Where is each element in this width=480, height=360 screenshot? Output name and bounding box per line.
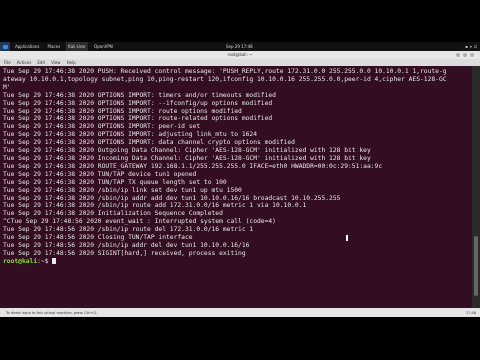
- terminal-line: Tue Sep 29 17:46:38 2020 OPTIONS IMPORT:…: [3, 91, 276, 99]
- close-icon[interactable]: [470, 53, 474, 57]
- menu-actions[interactable]: Actions: [17, 60, 32, 65]
- terminal-line: Tue Sep 29 17:46:38 2020 TUN/TAP TX queu…: [3, 178, 227, 186]
- terminal-line: ^CTue Sep 29 17:48:56 2020 event_wait : …: [3, 218, 276, 226]
- system-tray: ▪ ▾ ⏻: [465, 42, 477, 51]
- terminal-line: Tue Sep 29 17:46:38 2020 OPTIONS IMPORT:…: [3, 123, 201, 131]
- terminal-line: Tue Sep 29 17:48:56 2020 /sbin/ip route …: [3, 226, 254, 234]
- terminal-line: Tue Sep 29 17:46:38 2020 Initialization …: [3, 210, 223, 218]
- applications-menu[interactable]: Applications: [13, 42, 41, 51]
- terminal-line: Tue Sep 29 17:48:56 2020 Closing TUN/TAP…: [3, 234, 193, 242]
- maximize-icon[interactable]: [463, 53, 467, 57]
- terminal-line: M': [3, 83, 11, 91]
- terminal-line: Tue Sep 29 17:46:38 2020 PUSH: Received …: [3, 68, 447, 75]
- window-title: root@kali: ~: [227, 52, 253, 57]
- minimize-icon[interactable]: [456, 53, 460, 57]
- terminal-line: Tue Sep 29 17:46:38 2020 /sbin/ip link s…: [3, 186, 242, 194]
- top-panel: Applications Places Kali-User OpenVPN Se…: [0, 42, 480, 51]
- terminal-line: Tue Sep 29 17:46:38 2020 OPTIONS IMPORT:…: [3, 107, 242, 115]
- menu-view[interactable]: View: [51, 60, 61, 65]
- terminal-line: Tue Sep 29 17:48:56 2020 /sbin/ip addr d…: [3, 241, 250, 249]
- terminal-line: Tue Sep 29 17:46:38 2020 /sbin/ip route …: [3, 202, 307, 210]
- task-openvpn[interactable]: OpenVPN: [92, 42, 115, 51]
- places-menu[interactable]: Places: [45, 42, 62, 51]
- menu-bar: File Actions Edit View Help: [0, 59, 480, 66]
- prompt-user: root@kali: [3, 257, 38, 265]
- terminal-line: Tue Sep 29 17:46:38 2020 OPTIONS IMPORT:…: [3, 99, 273, 107]
- kali-logo-icon[interactable]: [0, 42, 10, 51]
- terminal-line: Tue Sep 29 17:46:38 2020 OPTIONS IMPORT:…: [3, 131, 258, 139]
- terminal-line: ateway 10.10.0.1,topology subnet,ping 10…: [3, 75, 447, 83]
- host-clock: 17:48: [465, 310, 476, 315]
- volume-icon[interactable]: ▾: [470, 44, 472, 49]
- panel-clock[interactable]: Sep 29 17:48: [226, 42, 253, 51]
- shell-prompt[interactable]: root@kali:~$: [3, 257, 469, 266]
- terminal-line: Tue Sep 29 17:46:38 2020 OPTIONS IMPORT:…: [3, 115, 273, 123]
- network-icon[interactable]: ▪: [465, 44, 468, 49]
- menu-edit[interactable]: Edit: [37, 60, 45, 65]
- terminal-line: Tue Sep 29 17:46:38 2020 /sbin/ip addr a…: [3, 194, 341, 202]
- window-titlebar[interactable]: root@kali: ~: [0, 51, 480, 59]
- menu-file[interactable]: File: [4, 60, 11, 65]
- terminal-line: Tue Sep 29 17:48:56 2020 SIGINT[hard,] r…: [3, 249, 246, 257]
- task-terminal[interactable]: Kali-User: [66, 42, 88, 51]
- vm-status-text: To direct input to this virtual machine,…: [6, 310, 98, 315]
- terminal-scrollbar[interactable]: [472, 66, 480, 308]
- terminal-output[interactable]: Tue Sep 29 17:46:38 2020 PUSH: Received …: [0, 66, 472, 308]
- terminal-line: Tue Sep 29 17:46:38 2020 Incoming Data C…: [3, 154, 371, 162]
- terminal-lines: Tue Sep 29 17:46:38 2020 PUSH: Received …: [3, 68, 469, 266]
- terminal-line: Tue Sep 29 17:46:38 2020 ROUTE_GATEWAY 1…: [3, 162, 383, 170]
- vm-screen: Applications Places Kali-User OpenVPN Se…: [0, 42, 480, 317]
- terminal-line: Tue Sep 29 17:46:38 2020 TUN/TAP device …: [3, 170, 197, 178]
- scrollbar-thumb[interactable]: [474, 236, 478, 296]
- terminal-cursor: [52, 257, 57, 264]
- menu-help[interactable]: Help: [67, 60, 76, 65]
- power-icon[interactable]: ⏻: [474, 44, 477, 49]
- terminal-line: Tue Sep 29 17:46:38 2020 OPTIONS IMPORT:…: [3, 139, 295, 147]
- prompt-path: :~$: [37, 257, 53, 265]
- text-cursor-icon: [346, 235, 348, 241]
- terminal-line: Tue Sep 29 17:46:38 2020 Outgoing Data C…: [3, 147, 371, 155]
- host-status-bar: To direct input to this virtual machine,…: [0, 308, 480, 317]
